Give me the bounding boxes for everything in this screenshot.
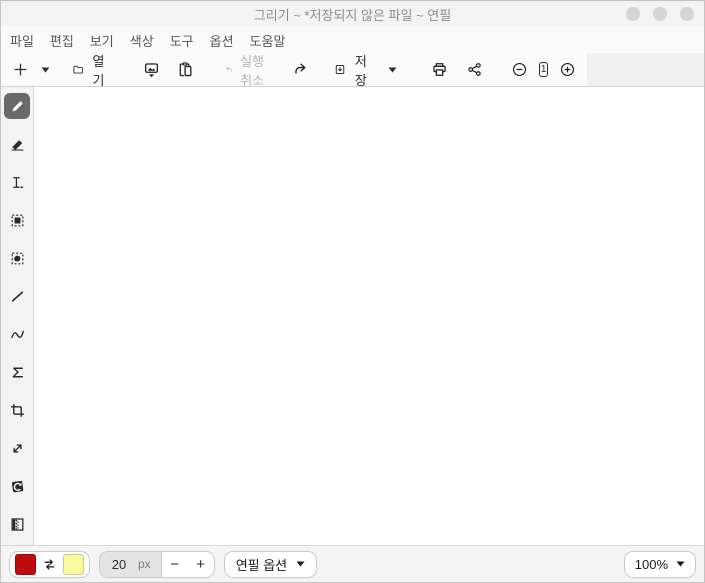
tool-pencil[interactable] [4, 93, 30, 119]
primary-color-swatch[interactable] [15, 554, 36, 575]
color-tools [9, 551, 90, 578]
menu-edit[interactable]: 편집 [49, 29, 75, 52]
screenshot-icon [143, 61, 160, 78]
menu-help[interactable]: 도움말 [249, 29, 287, 52]
zoom-in-button[interactable] [556, 56, 579, 84]
tool-rotate[interactable] [4, 473, 30, 499]
chevron-down-icon [296, 561, 305, 567]
chevron-down-icon [41, 67, 50, 73]
redo-button[interactable] [290, 56, 313, 84]
menu-view[interactable]: 보기 [89, 29, 115, 52]
save-button[interactable]: 저장 [331, 56, 372, 84]
pencil-icon [9, 98, 26, 115]
window-control-1[interactable] [626, 7, 640, 21]
tool-eraser[interactable] [4, 131, 30, 157]
shape-icon [9, 364, 26, 381]
window-control-2[interactable] [653, 7, 667, 21]
menu-tools[interactable]: 도구 [169, 29, 195, 52]
size-value: 20 [110, 557, 128, 572]
redo-icon [293, 61, 310, 78]
tool-options-button[interactable]: 연필 옵션 [224, 551, 317, 578]
toolbar: 열기 [1, 53, 704, 87]
zoom-out-button[interactable] [508, 56, 531, 84]
size-entry[interactable]: 20 px [100, 552, 162, 577]
plus-icon [12, 61, 29, 78]
rotate-icon [9, 478, 26, 495]
minus-circle-icon [511, 61, 528, 78]
window-controls [626, 7, 694, 21]
tools-sidebar [1, 87, 34, 545]
swap-colors-button[interactable] [41, 553, 58, 575]
menu-options[interactable]: 옵션 [209, 29, 235, 52]
titlebar: 그리기 ~ *저장되지 않은 파일 ~ 연필 [1, 1, 704, 27]
tool-filters[interactable] [4, 511, 30, 537]
line-icon [9, 288, 26, 305]
paste-button[interactable] [174, 56, 197, 84]
zoom-value: 100% [635, 557, 668, 572]
open-button[interactable]: 열기 [69, 56, 110, 84]
crop-icon [9, 402, 26, 419]
new-image-button[interactable] [9, 56, 32, 84]
new-image-dropdown[interactable] [38, 56, 53, 84]
menubar: 파일 편집 보기 색상 도구 옵션 도움말 [1, 27, 704, 53]
share-button[interactable] [463, 56, 486, 84]
curve-icon [9, 326, 26, 343]
swap-arrows-icon [42, 557, 57, 572]
plus-circle-icon [559, 61, 576, 78]
chevron-down-icon [676, 561, 685, 567]
drawing-canvas[interactable] [34, 87, 704, 545]
menu-colors[interactable]: 색상 [129, 29, 155, 52]
screenshot-button[interactable] [140, 56, 163, 84]
window-control-3[interactable] [680, 7, 694, 21]
undo-icon [224, 61, 233, 78]
size-increase-button[interactable]: + [188, 552, 214, 577]
tool-scale[interactable] [4, 435, 30, 461]
tool-curve[interactable] [4, 321, 30, 347]
tool-size-control: 20 px − + [99, 551, 215, 578]
save-dropdown[interactable] [385, 56, 400, 84]
menu-file[interactable]: 파일 [9, 29, 35, 52]
rect-select-icon [9, 212, 26, 229]
eraser-icon [9, 136, 26, 153]
free-select-icon [9, 250, 26, 267]
size-unit-label: px [138, 557, 151, 571]
print-icon [431, 61, 448, 78]
app-body [1, 87, 704, 545]
tool-options-label: 연필 옵션 [236, 555, 287, 574]
size-decrease-button[interactable]: − [162, 552, 188, 577]
secondary-color-swatch[interactable] [63, 554, 84, 575]
filters-icon [9, 516, 26, 533]
share-icon [466, 61, 483, 78]
tool-shape[interactable] [4, 359, 30, 385]
open-label: 열기 [90, 51, 107, 89]
save-icon [334, 61, 346, 78]
paste-icon [177, 61, 194, 78]
insert-text-icon [9, 174, 26, 191]
tool-rect-select[interactable] [4, 207, 30, 233]
tool-line[interactable] [4, 283, 30, 309]
app-window: 그리기 ~ *저장되지 않은 파일 ~ 연필 파일 편집 보기 색상 도구 옵션… [0, 0, 705, 583]
chevron-down-icon [388, 67, 397, 73]
statusbar: 20 px − + 연필 옵션 100% [1, 545, 704, 582]
tool-crop[interactable] [4, 397, 30, 423]
print-button[interactable] [428, 56, 451, 84]
toolbar-main: 열기 [1, 53, 587, 86]
tool-insert-text[interactable] [4, 169, 30, 195]
folder-icon [72, 61, 84, 78]
window-title: 그리기 ~ *저장되지 않은 파일 ~ 연필 [254, 5, 451, 24]
tool-free-select[interactable] [4, 245, 30, 271]
zoom-dropdown[interactable]: 100% [624, 551, 696, 578]
save-label: 저장 [352, 51, 369, 89]
undo-label: 실행 취소 [239, 51, 266, 89]
scale-icon [9, 440, 26, 457]
undo-button[interactable]: 실행 취소 [221, 56, 268, 84]
toolbar-empty-area [587, 53, 704, 86]
zoom-level-indicator[interactable]: 1 [539, 62, 548, 77]
